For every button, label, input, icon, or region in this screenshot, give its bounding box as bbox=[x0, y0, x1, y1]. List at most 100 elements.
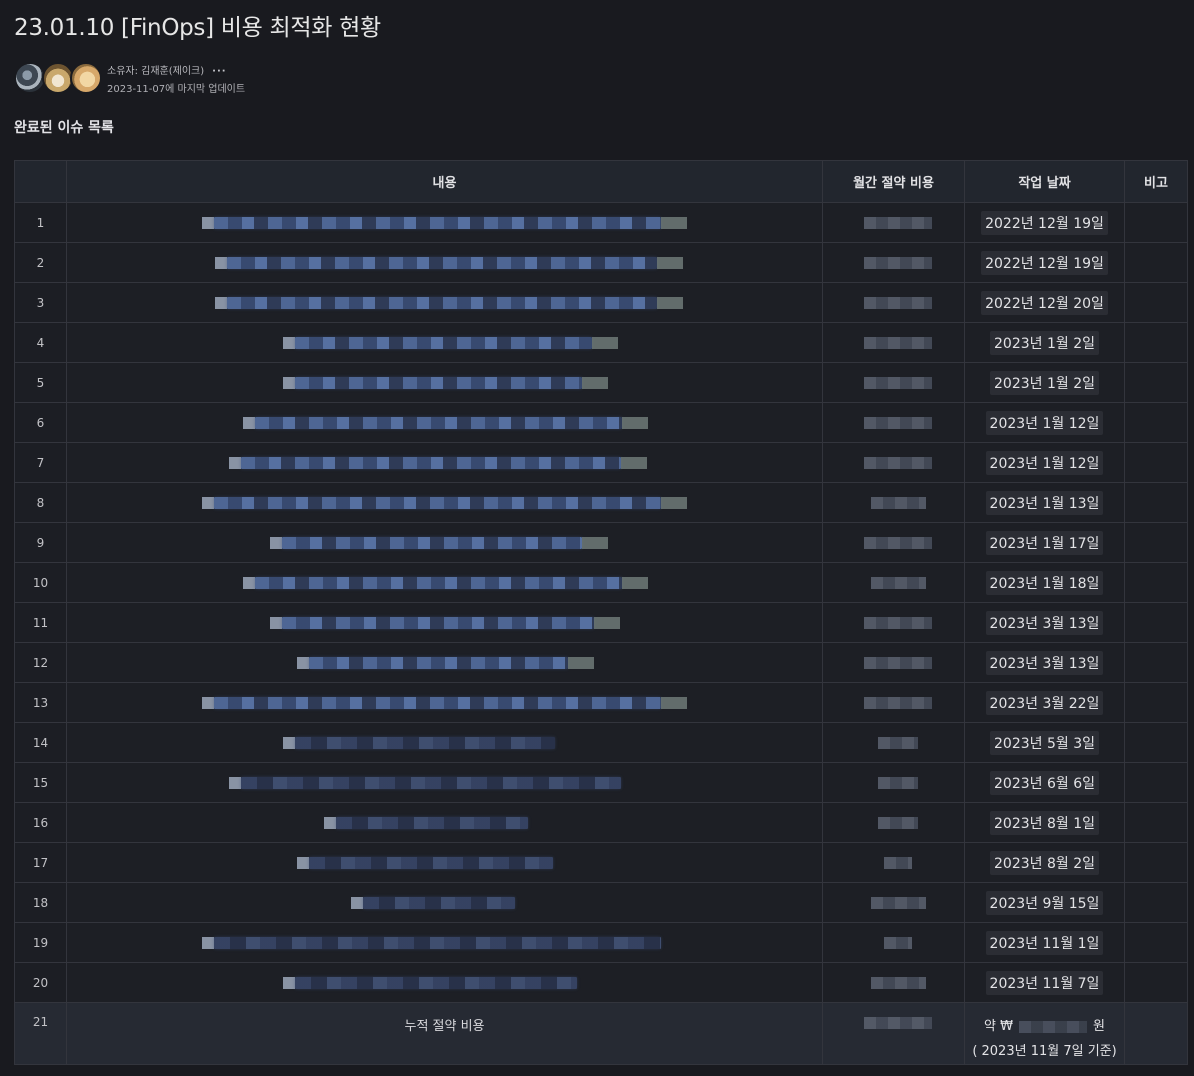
content-cell[interactable] bbox=[66, 642, 823, 683]
content-cell[interactable] bbox=[66, 762, 823, 803]
savings-cell[interactable] bbox=[822, 362, 965, 403]
date-cell[interactable]: 2023년 3월 13일 bbox=[964, 602, 1125, 643]
savings-cell[interactable] bbox=[822, 762, 965, 803]
note-cell[interactable] bbox=[1124, 762, 1188, 803]
redacted-text bbox=[243, 576, 255, 589]
total-savings-cell[interactable] bbox=[822, 1002, 965, 1065]
header-monthly-savings[interactable]: 월간 절약 비용 bbox=[822, 160, 965, 203]
total-label-cell[interactable]: 누적 절약 비용 bbox=[66, 1002, 823, 1065]
content-cell[interactable] bbox=[66, 922, 823, 963]
note-cell[interactable] bbox=[1124, 922, 1188, 963]
more-options-icon[interactable]: ··· bbox=[212, 66, 226, 77]
date-cell[interactable]: 2023년 8월 1일 bbox=[964, 802, 1125, 843]
date-cell[interactable]: 2023년 3월 13일 bbox=[964, 642, 1125, 683]
date-cell[interactable]: 2023년 1월 12일 bbox=[964, 442, 1125, 483]
date-cell[interactable]: 2023년 1월 2일 bbox=[964, 322, 1125, 363]
date-cell[interactable]: 2023년 11월 1일 bbox=[964, 922, 1125, 963]
content-cell[interactable] bbox=[66, 442, 823, 483]
savings-cell[interactable] bbox=[822, 682, 965, 723]
date-cell[interactable]: 2023년 1월 12일 bbox=[964, 402, 1125, 443]
content-cell[interactable] bbox=[66, 682, 823, 723]
issues-table: 내용 월간 절약 비용 작업 날짜 비고 1 2022년 12월 19일 2 2022… bbox=[14, 160, 1188, 1065]
content-cell[interactable] bbox=[66, 722, 823, 763]
date-cell[interactable]: 2022년 12월 20일 bbox=[964, 282, 1125, 323]
date-cell[interactable]: 2023년 5월 3일 bbox=[964, 722, 1125, 763]
content-cell[interactable] bbox=[66, 362, 823, 403]
savings-cell[interactable] bbox=[822, 322, 965, 363]
note-cell[interactable] bbox=[1124, 802, 1188, 843]
content-cell[interactable] bbox=[66, 202, 823, 243]
redacted-text bbox=[295, 376, 582, 389]
savings-cell[interactable] bbox=[822, 522, 965, 563]
content-cell[interactable] bbox=[66, 802, 823, 843]
content-cell[interactable] bbox=[66, 322, 823, 363]
note-cell[interactable] bbox=[1124, 322, 1188, 363]
savings-cell[interactable] bbox=[822, 642, 965, 683]
note-cell[interactable] bbox=[1124, 282, 1188, 323]
date-cell[interactable]: 2023년 11월 7일 bbox=[964, 962, 1125, 1003]
savings-cell[interactable] bbox=[822, 482, 965, 523]
redacted-text bbox=[202, 216, 214, 229]
content-cell[interactable] bbox=[66, 242, 823, 283]
work-date: 2022년 12월 19일 bbox=[981, 210, 1108, 235]
header-content[interactable]: 내용 bbox=[66, 160, 823, 203]
content-cell[interactable] bbox=[66, 562, 823, 603]
content-cell[interactable] bbox=[66, 402, 823, 443]
savings-cell[interactable] bbox=[822, 962, 965, 1003]
note-cell[interactable] bbox=[1124, 482, 1188, 523]
avatar[interactable] bbox=[70, 62, 102, 94]
date-cell[interactable]: 2023년 8월 2일 bbox=[964, 842, 1125, 883]
note-cell[interactable] bbox=[1124, 562, 1188, 603]
note-cell[interactable] bbox=[1124, 642, 1188, 683]
note-cell[interactable] bbox=[1124, 242, 1188, 283]
savings-cell[interactable] bbox=[822, 562, 965, 603]
savings-cell[interactable] bbox=[822, 602, 965, 643]
savings-cell[interactable] bbox=[822, 202, 965, 243]
content-cell[interactable] bbox=[66, 602, 823, 643]
date-cell[interactable]: 2023년 6월 6일 bbox=[964, 762, 1125, 803]
header-index[interactable] bbox=[14, 160, 67, 203]
redacted-text bbox=[283, 736, 295, 749]
note-cell[interactable] bbox=[1124, 882, 1188, 923]
date-cell[interactable]: 2022년 12월 19일 bbox=[964, 202, 1125, 243]
redacted-text bbox=[229, 776, 241, 789]
savings-cell[interactable] bbox=[822, 242, 965, 283]
content-cell[interactable] bbox=[66, 282, 823, 323]
date-cell[interactable]: 2023년 3월 22일 bbox=[964, 682, 1125, 723]
date-cell[interactable]: 2022년 12월 19일 bbox=[964, 242, 1125, 283]
total-note-cell[interactable] bbox=[1124, 1002, 1188, 1065]
savings-cell[interactable] bbox=[822, 282, 965, 323]
note-cell[interactable] bbox=[1124, 402, 1188, 443]
note-cell[interactable] bbox=[1124, 362, 1188, 403]
date-cell[interactable]: 2023년 9월 15일 bbox=[964, 882, 1125, 923]
content-cell[interactable] bbox=[66, 842, 823, 883]
redacted-text bbox=[661, 496, 687, 509]
note-cell[interactable] bbox=[1124, 602, 1188, 643]
note-cell[interactable] bbox=[1124, 962, 1188, 1003]
total-amount-cell[interactable]: 약 ₩ 원 ( 2023년 11월 7일 기준) bbox=[964, 1002, 1125, 1065]
avatar-group[interactable] bbox=[14, 62, 104, 94]
date-cell[interactable]: 2023년 1월 13일 bbox=[964, 482, 1125, 523]
header-work-date[interactable]: 작업 날짜 bbox=[964, 160, 1125, 203]
savings-cell[interactable] bbox=[822, 402, 965, 443]
note-cell[interactable] bbox=[1124, 442, 1188, 483]
savings-cell[interactable] bbox=[822, 802, 965, 843]
savings-cell[interactable] bbox=[822, 442, 965, 483]
savings-cell[interactable] bbox=[822, 922, 965, 963]
savings-cell[interactable] bbox=[822, 882, 965, 923]
note-cell[interactable] bbox=[1124, 202, 1188, 243]
note-cell[interactable] bbox=[1124, 522, 1188, 563]
note-cell[interactable] bbox=[1124, 682, 1188, 723]
content-cell[interactable] bbox=[66, 882, 823, 923]
date-cell[interactable]: 2023년 1월 18일 bbox=[964, 562, 1125, 603]
date-cell[interactable]: 2023년 1월 2일 bbox=[964, 362, 1125, 403]
content-cell[interactable] bbox=[66, 962, 823, 1003]
savings-cell[interactable] bbox=[822, 722, 965, 763]
header-note[interactable]: 비고 bbox=[1124, 160, 1188, 203]
content-cell[interactable] bbox=[66, 482, 823, 523]
date-cell[interactable]: 2023년 1월 17일 bbox=[964, 522, 1125, 563]
savings-cell[interactable] bbox=[822, 842, 965, 883]
note-cell[interactable] bbox=[1124, 722, 1188, 763]
content-cell[interactable] bbox=[66, 522, 823, 563]
note-cell[interactable] bbox=[1124, 842, 1188, 883]
